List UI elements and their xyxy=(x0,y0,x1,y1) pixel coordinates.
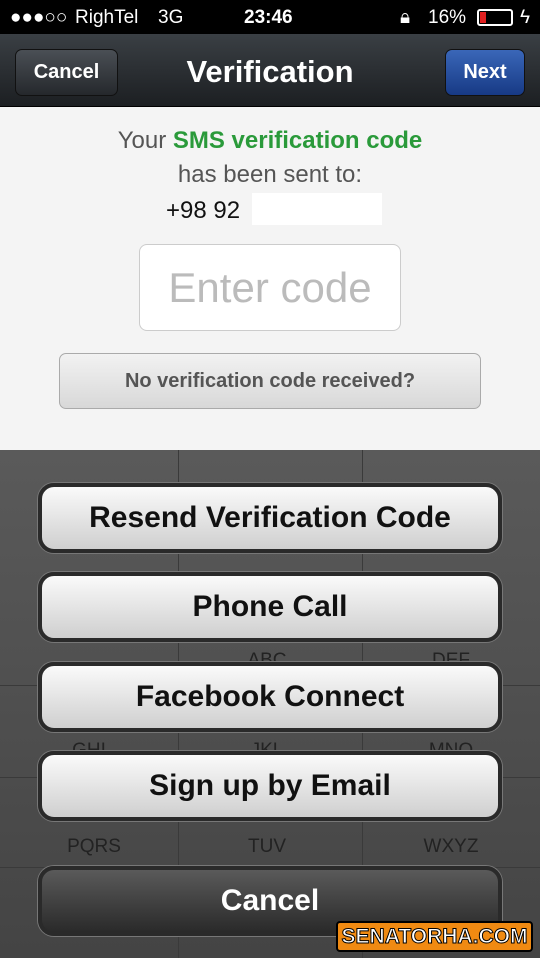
rotation-lock-icon: 🔒︎ xyxy=(400,7,411,28)
no-code-button[interactable]: No verification code received? xyxy=(59,353,481,409)
facebook-connect-button[interactable]: Facebook Connect xyxy=(38,662,502,732)
sent-to-text: has been sent to: xyxy=(177,161,363,188)
charging-icon: ϟ xyxy=(520,7,531,28)
keypad-letters: WXYZ xyxy=(423,836,479,857)
redaction xyxy=(252,193,382,225)
status-bar: ●●●○○ RighTel 3G 23:46 🔒︎ 16% ϟ xyxy=(0,0,540,34)
email-signup-button[interactable]: Sign up by Email xyxy=(38,751,502,821)
keypad-letters: TUV xyxy=(248,836,286,857)
resend-code-button[interactable]: Resend Verification Code xyxy=(38,483,502,553)
network: 3G xyxy=(158,7,184,28)
carrier: RighTel xyxy=(75,7,139,28)
watermark: SENATORHA.COM xyxy=(336,921,533,952)
sms-code-label: SMS verification code xyxy=(172,127,423,154)
keypad-letters: PQRS xyxy=(67,836,121,857)
code-input[interactable]: Enter code xyxy=(139,244,401,331)
signal-icon: ●●●○○ xyxy=(10,7,68,28)
nav-bar: Cancel Verification Next xyxy=(0,34,540,107)
phone-number: +98 92 xyxy=(166,197,241,224)
time: 23:46 xyxy=(244,7,293,28)
battery-icon xyxy=(477,9,513,26)
next-button[interactable]: Next xyxy=(445,49,525,96)
phone-call-button[interactable]: Phone Call xyxy=(38,572,502,642)
verification-content: Your SMS verification code has been sent… xyxy=(0,107,540,450)
sent-message: Your SMS verification code xyxy=(0,127,540,155)
battery-percent: 16% xyxy=(428,7,467,28)
message-text: Your xyxy=(117,127,173,154)
